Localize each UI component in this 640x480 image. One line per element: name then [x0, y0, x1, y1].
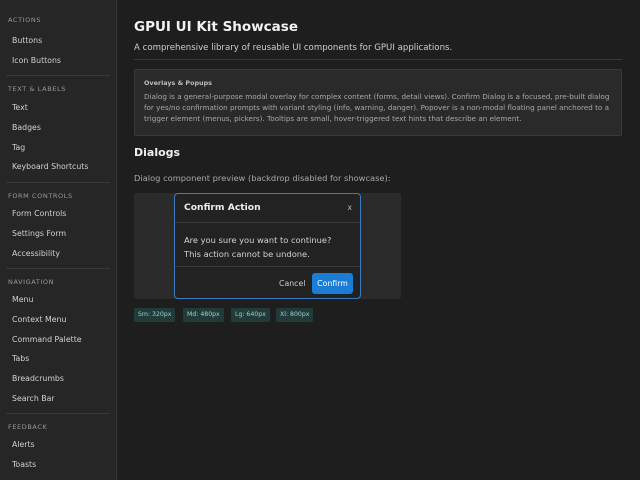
dialog-message: Are you sure you want to continue? This …: [175, 223, 360, 267]
sidebar-item-accessibility[interactable]: Accessibility: [0, 244, 116, 264]
cancel-button[interactable]: Cancel: [279, 279, 305, 288]
sidebar-heading: FEEDBACK: [8, 423, 48, 432]
sidebar-item-tag[interactable]: Tag: [0, 138, 116, 158]
sidebar-divider: [6, 182, 110, 184]
sidebar-heading: NAVIGATION: [8, 278, 55, 287]
sidebar-item-badges[interactable]: Badges: [0, 118, 116, 138]
size-chip-xl[interactable]: Xl: 800px: [276, 308, 314, 322]
sidebar-item-search-bar[interactable]: Search Bar: [0, 389, 116, 409]
info-panel: Overlays & Popups Dialog is a general-pu…: [134, 69, 622, 136]
sidebar-section-text-labels: TEXT & LABELS Text Badges Tag Keyboard S…: [0, 82, 116, 177]
sidebar-item-context-menu[interactable]: Context Menu: [0, 310, 116, 330]
sidebar-item-text[interactable]: Text: [0, 98, 116, 118]
page-title: GPUI UI Kit Showcase: [134, 19, 298, 35]
dialog-title: Confirm Action: [184, 202, 261, 213]
sidebar-item-settings-form[interactable]: Settings Form: [0, 224, 116, 244]
sidebar-divider: [6, 413, 110, 415]
sidebar-heading: TEXT & LABELS: [8, 85, 66, 94]
close-icon[interactable]: x: [348, 203, 352, 212]
dialog-header: Confirm Action x: [175, 194, 360, 223]
sidebar-section-feedback: FEEDBACK Alerts Toasts: [0, 420, 116, 474]
page-subtitle: A comprehensive library of reusable UI c…: [134, 43, 453, 53]
sidebar-item-icon-buttons[interactable]: Icon Buttons: [0, 51, 116, 71]
sidebar-item-keyboard-shortcuts[interactable]: Keyboard Shortcuts: [0, 157, 116, 177]
sidebar-section-actions: ACTIONS Buttons Icon Buttons: [0, 13, 116, 70]
size-chip-md[interactable]: Md: 480px: [183, 308, 224, 322]
header-divider: [134, 59, 622, 60]
size-chip-lg[interactable]: Lg: 640px: [231, 308, 270, 322]
sidebar-divider: [6, 75, 110, 77]
sidebar-item-command-palette[interactable]: Command Palette: [0, 330, 116, 350]
section-title: Dialogs: [134, 146, 181, 159]
size-chip-sm[interactable]: Sm: 320px: [134, 308, 176, 322]
info-panel-text: Dialog is a general-purpose modal overla…: [144, 92, 610, 123]
sidebar-heading: ACTIONS: [8, 16, 42, 24]
sidebar-divider: [6, 268, 110, 270]
sidebar-item-breadcrumbs[interactable]: Breadcrumbs: [0, 369, 116, 389]
sidebar-item-alerts[interactable]: Alerts: [0, 435, 116, 455]
confirm-dialog: Confirm Action x Are you sure you want t…: [174, 193, 361, 299]
sidebar-heading: FORM CONTROLS: [8, 192, 73, 201]
sidebar-item-toasts[interactable]: Toasts: [0, 455, 116, 475]
info-panel-title: Overlays & Popups: [144, 79, 212, 87]
sidebar-item-buttons[interactable]: Buttons: [0, 31, 116, 51]
sidebar-section-form-controls: FORM CONTROLS Form Controls Settings For…: [0, 189, 116, 263]
sidebar-section-navigation: NAVIGATION Menu Context Menu Command Pal…: [0, 275, 116, 408]
confirm-button[interactable]: Confirm: [312, 273, 353, 294]
sidebar: ACTIONS Buttons Icon Buttons TEXT & LABE…: [0, 0, 117, 480]
sidebar-item-tabs[interactable]: Tabs: [0, 349, 116, 369]
section-description: Dialog component preview (backdrop disab…: [134, 173, 391, 183]
sidebar-item-menu[interactable]: Menu: [0, 290, 116, 310]
dialog-footer: Cancel Confirm: [175, 267, 360, 298]
sidebar-item-form-controls[interactable]: Form Controls: [0, 204, 116, 224]
